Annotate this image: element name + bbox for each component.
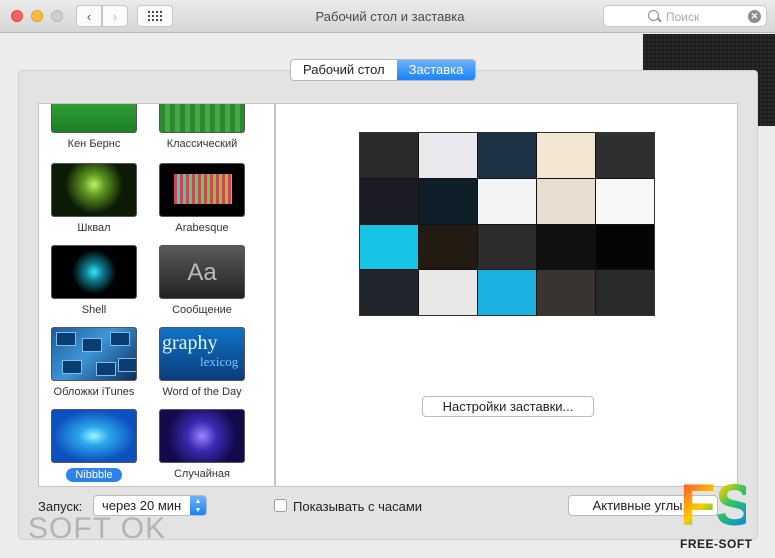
- preview-tile: [537, 224, 595, 270]
- search-icon: [648, 10, 659, 21]
- tab-bar: Рабочий стол Заставка: [290, 59, 477, 81]
- back-button[interactable]: ‹: [76, 5, 102, 27]
- screensaver-label: Shell: [81, 304, 107, 316]
- updown-arrows-icon: ▲ ▼: [190, 496, 206, 515]
- screensaver-list[interactable]: Кен Бернс Классический Шквал Arabesque S…: [38, 103, 275, 487]
- show-clock-label: Показывать с часами: [293, 499, 423, 514]
- shell-thumbnail: [51, 245, 137, 299]
- preview-tile: [537, 270, 595, 315]
- preview-tile: [537, 133, 595, 178]
- zoom-window-button[interactable]: [51, 10, 63, 22]
- shkval-thumbnail: [51, 163, 137, 217]
- show-all-button[interactable]: [137, 5, 173, 27]
- screensaver-label: Случайная: [173, 468, 230, 480]
- search-field[interactable]: Поиск ✕: [603, 5, 767, 27]
- preview-tile: [419, 178, 477, 224]
- screensaver-item-itunes-artwork[interactable]: Обложки iTunes: [44, 327, 144, 398]
- screensaver-label: Обложки iTunes: [53, 386, 135, 398]
- grid-icon: [148, 11, 162, 21]
- preview-tile: [419, 224, 477, 270]
- preview-tile: [478, 270, 536, 315]
- screensaver-settings-button[interactable]: Настройки заставки...: [422, 396, 594, 417]
- tab-desktop[interactable]: Рабочий стол: [291, 60, 397, 80]
- minimize-window-button[interactable]: [31, 10, 43, 22]
- screensaver-label: Arabesque: [175, 222, 229, 234]
- free-soft-logo-text: FREE-SOFT: [680, 537, 753, 551]
- show-clock-checkbox[interactable]: [274, 499, 287, 512]
- preview-tile: [596, 178, 654, 224]
- screensaver-item-arabesque[interactable]: Arabesque: [152, 163, 252, 234]
- preview-tile: [419, 133, 477, 178]
- screensaver-item-random[interactable]: Случайная: [152, 409, 252, 480]
- free-soft-logo: FS: [680, 473, 755, 538]
- search-placeholder: Поиск: [666, 10, 700, 24]
- word-of-the-day-thumbnail: graphy lexicog: [159, 327, 245, 381]
- window-title: Рабочий стол и заставка: [315, 9, 465, 24]
- screensaver-item-classic[interactable]: Классический: [152, 104, 252, 150]
- preview-tile: [478, 178, 536, 224]
- preview-tile: [360, 270, 418, 315]
- system-preferences-window: ‹ › Рабочий стол и заставка Поиск ✕ Рабо…: [0, 0, 775, 558]
- preview-tile: [419, 270, 477, 315]
- random-thumbnail: [159, 409, 245, 463]
- preview-tile: [360, 224, 418, 270]
- preview-tile: [537, 178, 595, 224]
- start-after-value: через 20 мин: [102, 498, 182, 513]
- forward-button[interactable]: ›: [102, 5, 128, 27]
- preview-tile: [596, 224, 654, 270]
- screensaver-label-selected: Nibbble: [66, 468, 122, 482]
- thumb-word-secondary: lexicog: [200, 354, 239, 369]
- message-thumbnail: Aa: [159, 245, 245, 299]
- preview-tile: [596, 133, 654, 178]
- screensaver-label: Кен Бернс: [67, 138, 121, 150]
- screensaver-label: Классический: [166, 138, 238, 150]
- screensaver-label: Сообщение: [172, 304, 232, 316]
- screensaver-item-word-of-the-day[interactable]: graphy lexicog Word of the Day: [152, 327, 252, 398]
- title-bar: ‹ › Рабочий стол и заставка Поиск ✕: [0, 0, 775, 33]
- screensaver-label: Шквал: [77, 222, 111, 234]
- clear-search-icon[interactable]: ✕: [748, 10, 761, 23]
- preview-tile: [360, 178, 418, 224]
- itunes-artwork-thumbnail: [51, 327, 137, 381]
- close-window-button[interactable]: [11, 10, 23, 22]
- softok-watermark: SOFT OK: [28, 512, 167, 545]
- screensaver-item-nibbble[interactable]: Nibbble: [44, 409, 144, 482]
- screensaver-label: Word of the Day: [162, 386, 242, 398]
- tab-screensaver[interactable]: Заставка: [396, 60, 476, 80]
- chevron-left-icon: ‹: [86, 8, 92, 24]
- thumb-word: graphy: [162, 332, 218, 354]
- preview-tile: [596, 270, 654, 315]
- screensaver-item-ken-burns[interactable]: Кен Бернс: [44, 104, 144, 150]
- preview-tile: [360, 133, 418, 178]
- arabesque-thumbnail: [159, 163, 245, 217]
- screensaver-item-message[interactable]: Aa Сообщение: [152, 245, 252, 316]
- chevron-right-icon: ›: [112, 8, 118, 24]
- preview-tile: [478, 133, 536, 178]
- nibbble-thumbnail: [51, 409, 137, 463]
- preview-tile: [478, 224, 536, 270]
- screensaver-item-shkval[interactable]: Шквал: [44, 163, 144, 234]
- screensaver-item-shell[interactable]: Shell: [44, 245, 144, 316]
- screensaver-preview: [359, 132, 655, 316]
- ken-burns-thumbnail: [51, 104, 137, 133]
- classic-thumbnail: [159, 104, 245, 133]
